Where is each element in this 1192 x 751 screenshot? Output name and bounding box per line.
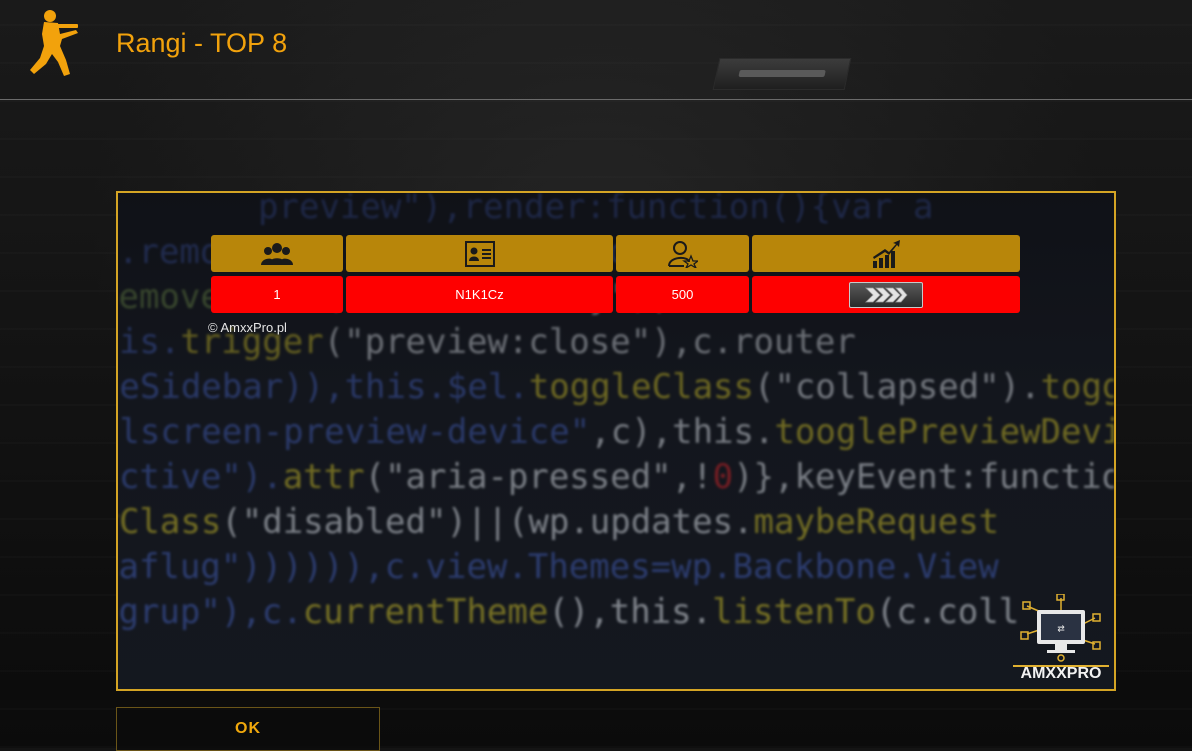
ceiling-light (712, 58, 852, 90)
rank-cell (752, 276, 1020, 313)
header-divider (0, 99, 1192, 100)
player-name-cell: N1K1Cz (346, 276, 613, 313)
ok-button[interactable]: OK (116, 707, 380, 751)
svg-text:⇄: ⇄ (1057, 621, 1064, 635)
position-cell: 1 (211, 276, 343, 313)
points-cell: 500 (616, 276, 749, 313)
rank-chart-icon (873, 239, 900, 268)
monitor-network-icon: ⇄ (1020, 594, 1101, 662)
page-title: Rangi - TOP 8 (116, 28, 288, 58)
rank-chevrons-icon (865, 287, 908, 302)
players-icon (261, 242, 293, 265)
column-header-points (616, 235, 749, 272)
column-header-position (211, 235, 343, 272)
id-card-icon (464, 240, 495, 267)
rank-badge (849, 281, 923, 308)
column-header-name (346, 235, 613, 272)
user-star-icon (667, 240, 698, 268)
amxxpro-logo-text: AMXXPRO (1021, 665, 1102, 682)
copyright-text: © AmxxPro.pl (208, 320, 287, 335)
column-header-rank (752, 235, 1020, 272)
counter-strike-logo-icon (30, 10, 78, 76)
amxxpro-logo: ⇄ AMXXPRO (1013, 594, 1109, 682)
ranking-panel: preview"),render:function(){var a .remov… (116, 191, 1116, 691)
